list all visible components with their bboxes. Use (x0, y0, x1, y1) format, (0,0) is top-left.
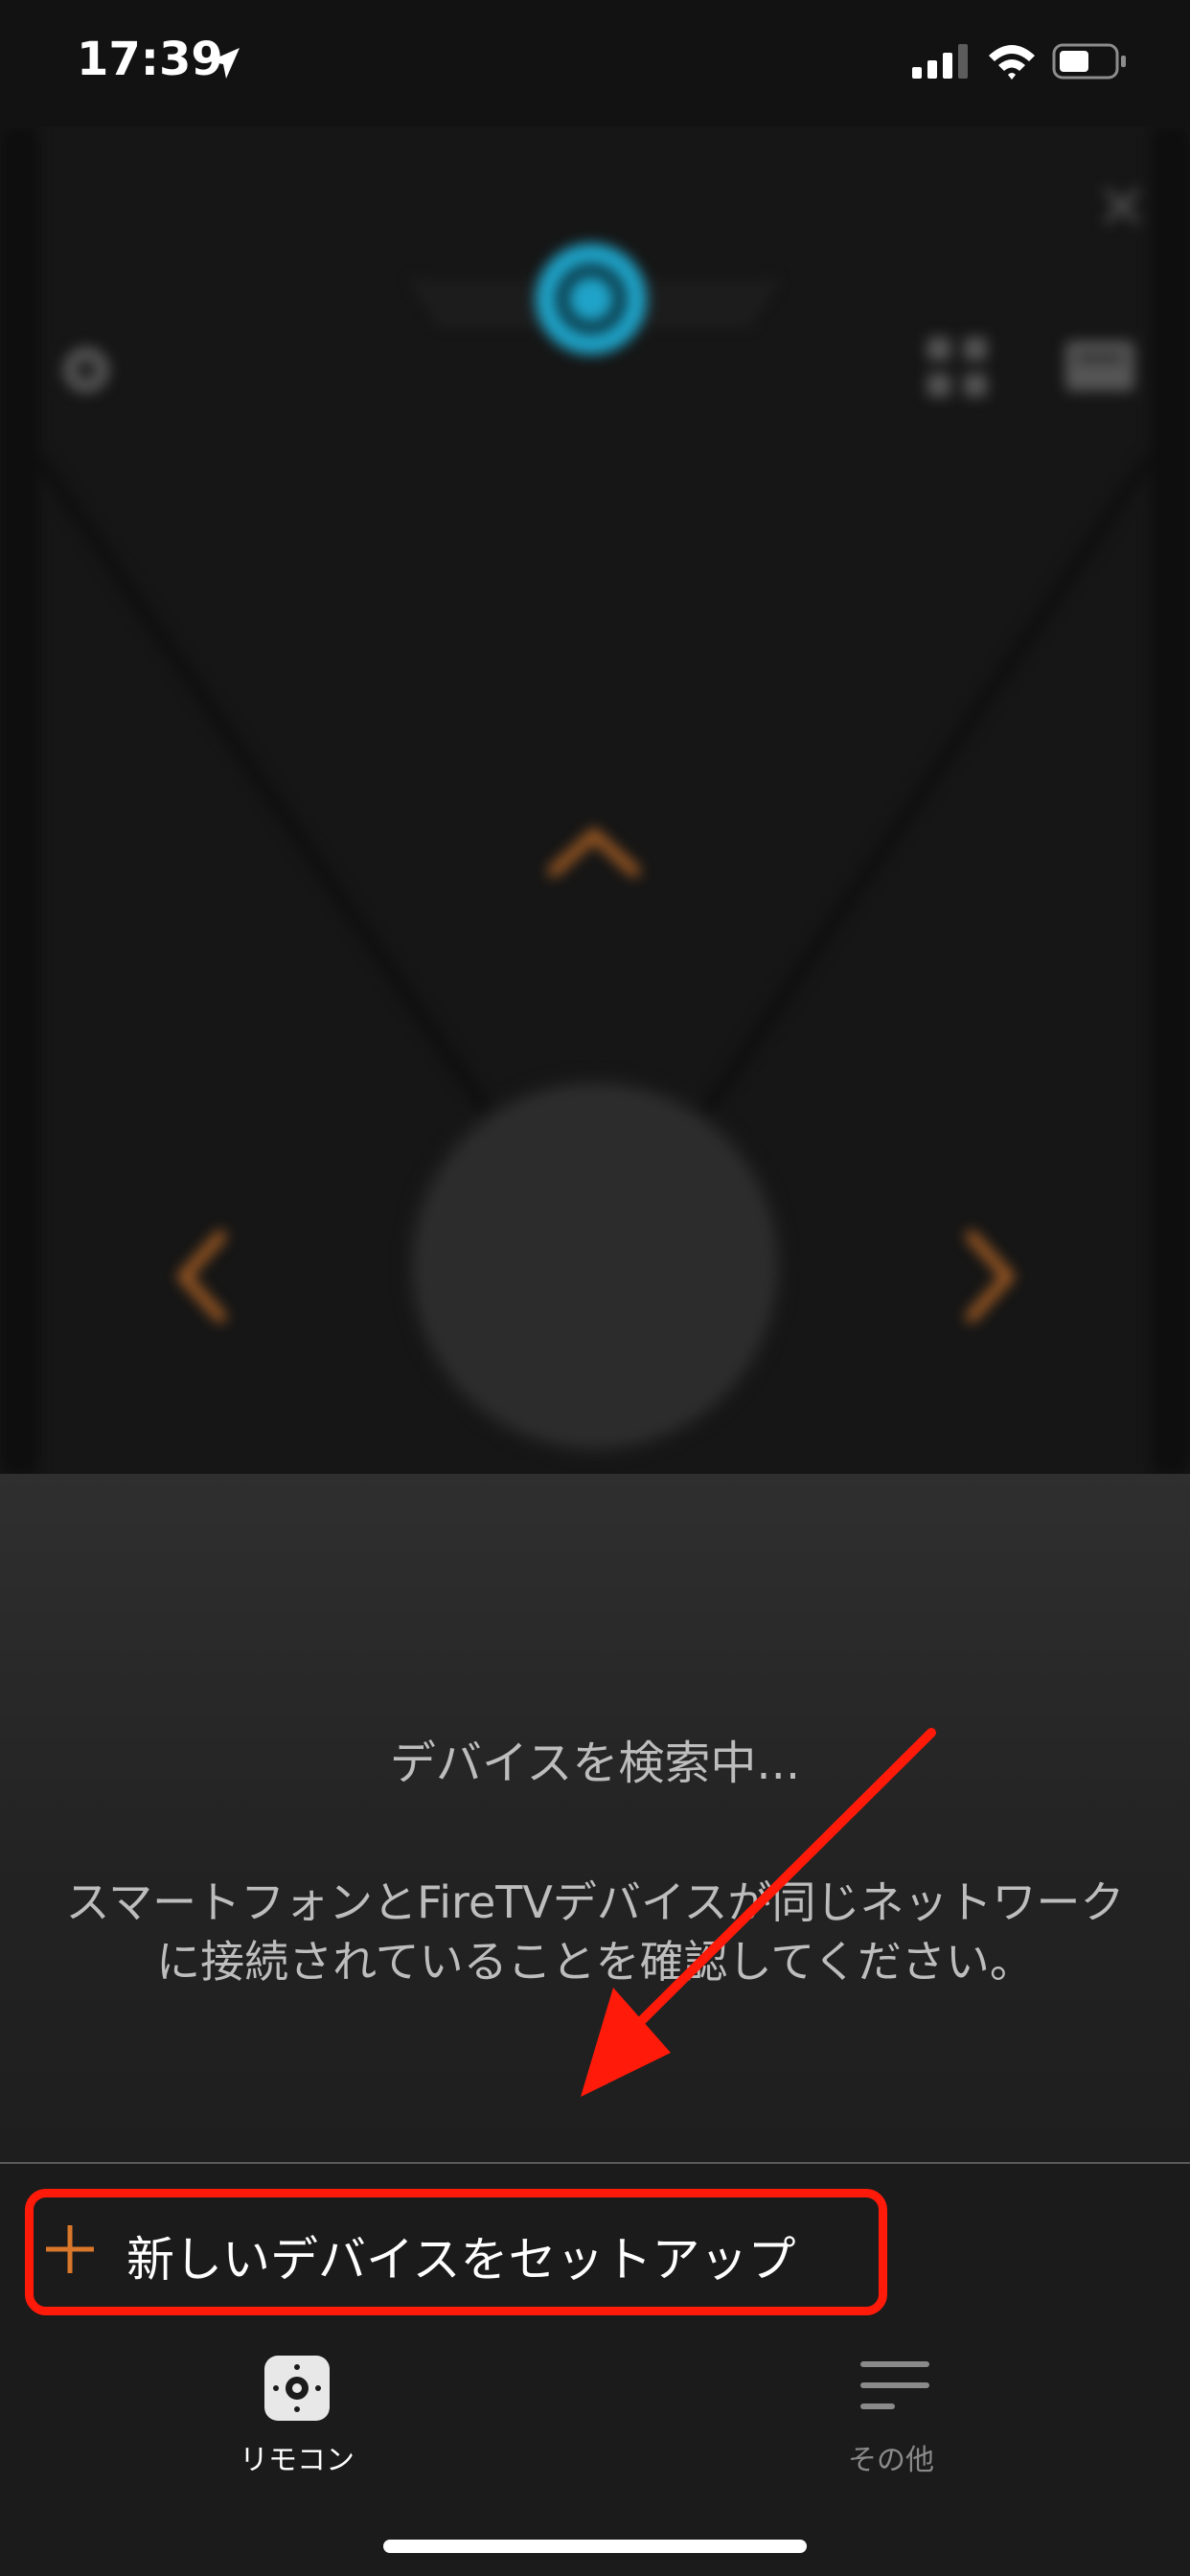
annotation-arrow (581, 1728, 936, 2097)
